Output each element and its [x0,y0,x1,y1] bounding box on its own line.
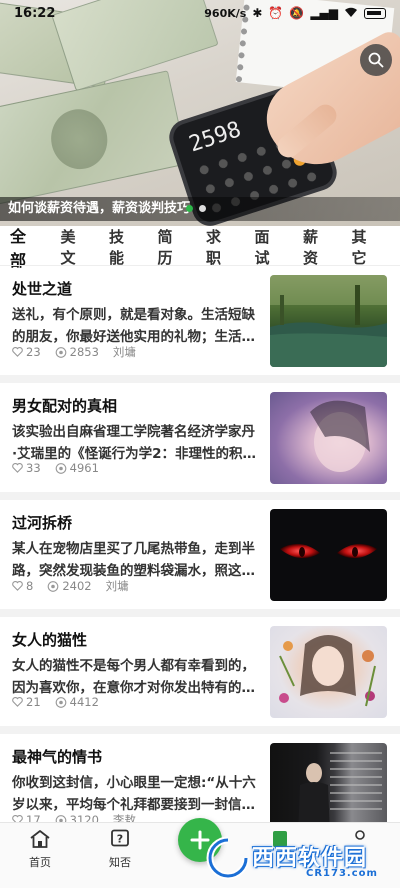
svg-text:?: ? [117,833,123,846]
like-count: 8 [26,579,34,593]
nav-green-tab[interactable] [250,829,310,852]
nav-home-label: 首页 [29,856,51,869]
heart-icon [12,463,23,473]
nav-profile[interactable] [330,829,390,852]
like-count: 23 [26,345,41,359]
nav-zhifou[interactable]: ? 知否 [90,829,150,870]
view-count: 4412 [69,695,99,709]
tab-all[interactable]: 全部 [10,223,42,271]
question-box-icon: ? [111,829,129,847]
article-meta: 8 2402 刘墉 [12,578,129,594]
heart-icon [12,581,23,591]
battery-icon [364,7,386,19]
article-summary: 某人在宠物店里买了几尾热带鱼，走到半路，突然发现装鱼的塑料袋漏水，照这… [12,541,255,579]
article-item[interactable]: 男女配对的真相 该实验出自麻省理工学院著名经济学家丹·艾瑞里的《怪诞行为学2：非… [0,383,400,500]
article-title: 女人的猫性 [12,631,88,649]
banner-image-bill [0,70,188,206]
tab-job-hunting[interactable]: 求职 [206,226,236,268]
tab-skills[interactable]: 技能 [109,226,139,268]
article-thumbnail [270,392,387,484]
article-title: 过河拆桥 [12,514,73,532]
view-count: 2402 [62,579,92,593]
like-count: 33 [26,461,41,475]
article-thumbnail [270,275,387,367]
app-screen: 2598 如何谈薪资待遇，薪资谈判技巧 16:22 960K/s ✱ ⏰ 🔕 ▂… [0,0,400,888]
tab-other[interactable]: 其它 [351,226,381,268]
alarm-icon: ⏰ [268,6,284,20]
search-button[interactable] [360,44,392,76]
article-author: 刘墉 [105,579,129,593]
article-title: 处世之道 [12,280,73,298]
carousel-dot-active [186,205,193,212]
banner-carousel[interactable]: 2598 如何谈薪资待遇，薪资谈判技巧 [0,0,400,226]
tab-resume[interactable]: 简历 [157,226,187,268]
tab-essay[interactable]: 美文 [60,226,90,268]
category-tabs: 全部 美文 技能 简历 求职 面试 薪资 其它 [0,227,400,270]
article-meta: 33 4961 [12,461,113,475]
mute-icon: 🔕 [289,6,305,20]
carousel-dot [199,205,206,212]
green-square-icon [273,831,287,847]
bluetooth-icon: ✱ [252,6,263,20]
tab-salary[interactable]: 薪资 [303,226,333,268]
article-title: 最神气的情书 [12,748,103,766]
article-summary: 送礼，有个原则，就是看对象。生活短缺的朋友，你最好送他实用的礼物；生活… [12,307,255,345]
network-speed: 960K/s [204,6,247,20]
carousel-indicator [186,205,206,212]
heart-icon [12,347,23,357]
heart-icon [12,697,23,707]
article-thumbnail [270,626,387,718]
eye-icon [55,462,66,474]
article-item[interactable]: 处世之道 送礼，有个原则，就是看对象。生活短缺的朋友，你最好送他实用的礼物；生活… [0,266,400,383]
status-bar: 16:22 960K/s ✱ ⏰ 🔕 ▂▄▆ [0,0,400,26]
nav-home[interactable]: 首页 [10,829,70,870]
eye-icon [47,580,59,592]
article-item[interactable]: 女人的猫性 女人的猫性不是每个男人都有幸看到的，因为喜欢你，在意你才对你发出特有… [0,617,400,734]
article-meta: 23 2853 刘墉 [12,344,136,360]
hd-signal-icon: ▂▄▆ [310,6,338,20]
article-summary: 该实验出自麻省理工学院著名经济学家丹·艾瑞里的《怪诞行为学2：非理性的积… [12,424,257,462]
search-icon [368,52,384,68]
status-time: 16:22 [14,5,56,21]
article-list: 处世之道 送礼，有个原则，就是看对象。生活短缺的朋友，你最好送他实用的礼物；生活… [0,266,400,851]
plus-icon [190,830,210,850]
like-count: 21 [26,695,41,709]
wifi-icon [344,7,358,20]
article-title: 男女配对的真相 [12,397,118,415]
add-button[interactable] [178,818,222,862]
article-summary: 女人的猫性不是每个男人都有幸看到的，因为喜欢你，在意你才对你发出特有的… [12,658,255,696]
user-icon [355,830,365,840]
article-item[interactable]: 过河拆桥 某人在宠物店里买了几尾热带鱼，走到半路，突然发现装鱼的塑料袋漏水，照这… [0,500,400,617]
nav-zhifou-label: 知否 [109,856,131,869]
view-count: 2853 [69,345,99,359]
article-summary: 你收到这封信，小心眼里一定想:“从十六岁以来，平均每个礼拜都要接到一封信… [12,775,256,813]
view-count: 4961 [69,461,99,475]
eye-icon [55,346,66,358]
tab-interview[interactable]: 面试 [254,226,284,268]
article-author: 刘墉 [112,345,136,359]
article-meta: 21 4412 [12,695,113,709]
home-icon [30,830,50,848]
article-thumbnail [270,509,387,601]
eye-icon [55,696,66,708]
